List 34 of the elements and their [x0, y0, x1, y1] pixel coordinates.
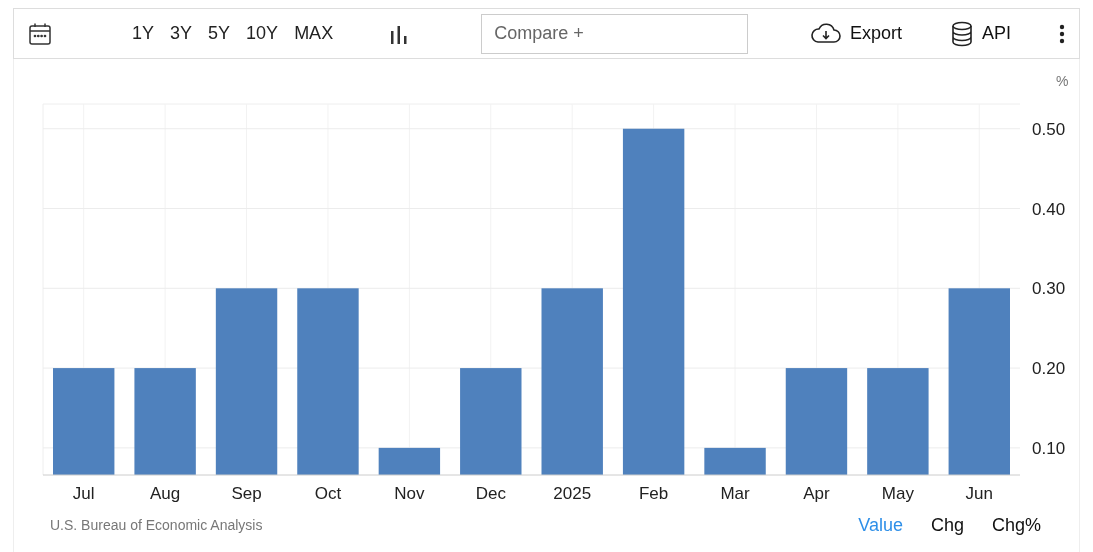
range-button[interactable]: 1Y — [124, 20, 163, 47]
axis-category-label: 2025 — [553, 484, 592, 503]
axis-tick-label: 0.50 — [1032, 119, 1066, 139]
axis-category-label: Apr — [803, 484, 830, 503]
range-button[interactable]: 5Y — [200, 20, 239, 47]
axis-category-label: Feb — [639, 484, 669, 503]
axis-tick-label: 0.10 — [1032, 438, 1066, 458]
more-menu-icon[interactable] — [1059, 23, 1065, 44]
axis-category-label: Sep — [231, 484, 262, 503]
source-text: U.S. Bureau of Economic Analysis — [50, 515, 263, 535]
range-button[interactable]: 3Y — [162, 20, 201, 47]
calendar-icon[interactable] — [28, 21, 52, 46]
bar-chart-icon[interactable] — [389, 23, 410, 44]
axis-category-label: Aug — [150, 484, 181, 503]
export-button[interactable]: Export — [809, 20, 902, 47]
axis-category-label: Nov — [394, 484, 425, 503]
axis-category-label: Dec — [475, 484, 506, 503]
view-tab[interactable]: Chg — [916, 511, 978, 539]
range-button[interactable]: MAX — [286, 20, 342, 47]
cloud-download-icon — [809, 21, 842, 46]
unit-label: % — [1056, 73, 1069, 89]
axis-tick-label: 0.20 — [1032, 359, 1066, 379]
database-icon — [950, 20, 974, 47]
range-button[interactable]: 10Y — [238, 20, 287, 47]
axis-category-label: May — [881, 484, 914, 503]
view-tab[interactable]: Chg% — [977, 511, 1055, 539]
axis-category-label: Oct — [314, 484, 342, 503]
axis-category-label: Jul — [72, 484, 95, 503]
axis-tick-label: 0.40 — [1032, 199, 1066, 219]
axis-category-label: Mar — [720, 484, 750, 503]
axis-tick-label: 0.30 — [1032, 279, 1066, 299]
api-button[interactable]: API — [950, 20, 1011, 47]
compare-field[interactable]: Compare + — [481, 13, 749, 54]
axis-category-label: Jun — [965, 484, 993, 503]
